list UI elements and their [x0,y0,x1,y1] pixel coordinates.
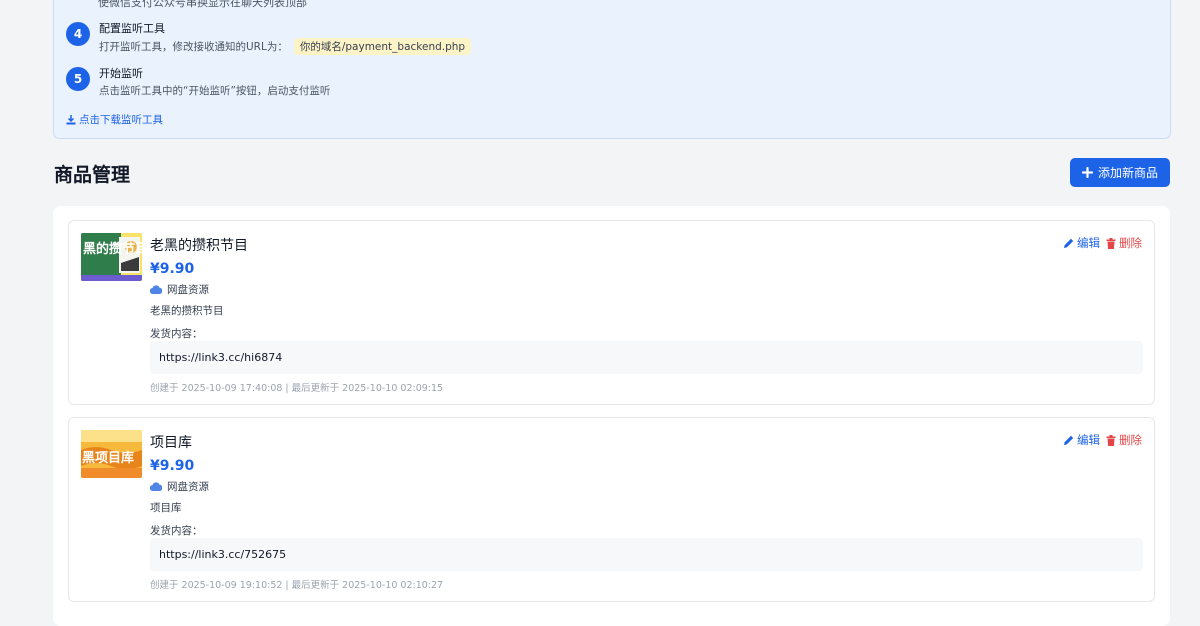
step-title: 开始监听 [99,67,143,80]
step-desc-text: 打开监听工具，修改接收通知的URL为： [99,41,288,53]
cloud-icon [150,285,162,294]
product-description: 项目库 [150,502,182,514]
edit-label: 编辑 [1077,236,1100,250]
trash-icon [1106,434,1116,446]
delete-label: 删除 [1119,433,1142,447]
step-title: 配置监听工具 [99,22,165,35]
download-icon [66,114,76,124]
cloud-icon [150,482,162,491]
product-type: 网盘资源 [150,282,209,297]
delivery-content: https://link3.cc/hi6874 [150,341,1143,374]
add-product-button[interactable]: 添加新商品 [1070,158,1170,187]
thumb-lettering: 黑项目库 [82,450,134,466]
callback-url-code: 你的域名/payment_backend.php [293,38,472,55]
product-timestamps: 创建于 2025-10-09 17:40:08 | 最后更新于 2025-10-… [150,383,444,394]
delivery-content-label: 发货内容： [150,328,203,340]
product-thumbnail: 黑项目库 [81,430,142,478]
delete-button[interactable]: 删除 [1106,432,1142,448]
delete-button[interactable]: 删除 [1106,235,1142,251]
plus-icon [1081,167,1093,178]
step-number-badge: 5 [66,67,90,91]
download-tool-link[interactable]: 点击下载监听工具 [66,112,163,127]
step-description: 打开监听工具，修改接收通知的URL为： 你的域名/payment_backend… [99,38,472,55]
add-product-label: 添加新商品 [1097,166,1158,180]
product-card: 黑的攒节目 老黑的攒积节目 ¥9.90 网盘资源 老黑的攒积节目 发货内容： h… [68,220,1155,405]
edit-button[interactable]: 编辑 [1063,235,1100,251]
guide-step-5: 5 开始监听 点击监听工具中的“开始监听”按钮，启动支付监听 [66,67,766,107]
product-card: 黑项目库 项目库 ¥9.90 网盘资源 项目库 发货内容： https://li… [68,417,1155,602]
product-price: ¥9.90 [150,261,195,277]
delete-label: 删除 [1119,236,1142,250]
edit-label: 编辑 [1077,433,1100,447]
product-actions: 编辑 删除 [1063,235,1142,251]
product-actions: 编辑 删除 [1063,432,1142,448]
thumb-lettering: 黑的攒节目 [83,241,142,257]
delivery-content-label: 发货内容： [150,525,203,537]
pencil-icon [1064,238,1074,248]
product-type: 网盘资源 [150,479,209,494]
product-thumbnail: 黑的攒节目 [81,233,142,281]
product-name: 老黑的攒积节目 [150,238,248,254]
product-type-label: 网盘资源 [167,481,209,493]
delivery-content: https://link3.cc/752675 [150,538,1143,571]
product-timestamps: 创建于 2025-10-09 19:10:52 | 最后更新于 2025-10-… [150,580,444,591]
product-price: ¥9.90 [150,458,195,474]
edit-button[interactable]: 编辑 [1063,432,1100,448]
product-type-label: 网盘资源 [167,284,209,296]
product-name: 项目库 [150,435,192,451]
page-title: 商品管理 [54,164,131,186]
product-description: 老黑的攒积节目 [150,305,224,317]
pencil-icon [1064,435,1074,445]
step-number-badge: 4 [66,22,90,46]
download-link-label: 点击下载监听工具 [79,114,163,126]
guide-step-4: 4 配置监听工具 打开监听工具，修改接收通知的URL为： 你的域名/paymen… [66,22,766,62]
guide-step-desc-cut: 使微信支付公众号串换显示在聊天列表顶部 [98,0,307,9]
trash-icon [1106,237,1116,249]
step-description: 点击监听工具中的“开始监听”按钮，启动支付监听 [99,85,331,97]
